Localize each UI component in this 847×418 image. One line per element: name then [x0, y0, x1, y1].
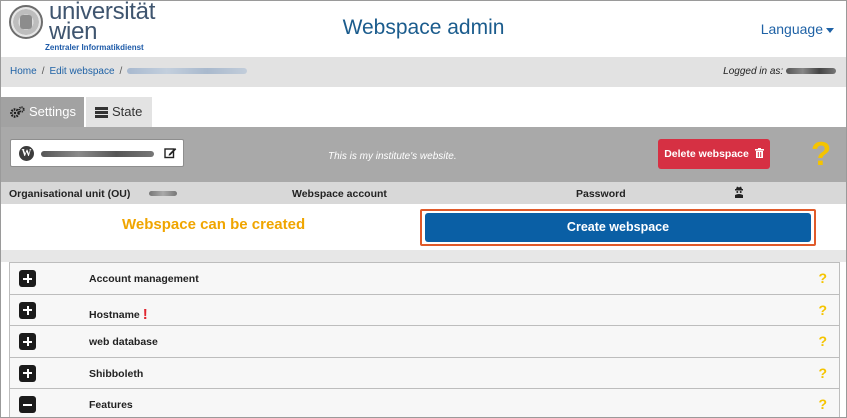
account-info-header: Organisational unit (OU) Webspace accoun… [1, 182, 846, 204]
settings-accordion: Account management ? Hostname! ? web dat… [9, 262, 840, 417]
webspace-description: This is my institute's website. [328, 151, 457, 162]
language-label: Language [760, 21, 823, 37]
create-webspace-button[interactable]: Create webspace [425, 213, 811, 242]
tab-state[interactable]: State [86, 97, 152, 127]
accordion-web-database[interactable]: web database ? [9, 325, 840, 357]
plus-square-icon[interactable] [19, 301, 36, 319]
breadcrumb-separator: / [119, 66, 123, 77]
department-name: Zentraler Informatikdienst [45, 43, 144, 52]
help-icon[interactable]: ? [811, 136, 831, 172]
accordion-label: Shibboleth [89, 367, 144, 380]
delete-webspace-button[interactable]: Delete webspace [658, 139, 770, 169]
page-header: universität wien Zentraler Informatikdie… [1, 1, 846, 57]
webspace-admin-window: universität wien Zentraler Informatikdie… [0, 0, 847, 418]
exclamation-warning-icon: ! [142, 305, 148, 323]
breadcrumb-separator: / [41, 66, 45, 77]
breadcrumb-bar: Home / Edit webspace / Logged in as: [1, 57, 846, 87]
tab-state-label: State [112, 104, 143, 119]
breadcrumb-home-link[interactable]: Home [10, 66, 37, 77]
language-dropdown[interactable]: Language [761, 21, 834, 37]
edit-icon[interactable] [164, 146, 177, 164]
ou-label: Organisational unit (OU) [9, 188, 131, 200]
plus-square-icon[interactable] [19, 333, 36, 350]
wordpress-icon: W [19, 146, 34, 161]
gears-icon [10, 99, 25, 129]
accordion-features[interactable]: Features ? [9, 388, 840, 417]
tab-settings[interactable]: Settings [1, 97, 84, 127]
accordion-label: Features [89, 399, 133, 411]
plus-square-icon[interactable] [19, 364, 36, 382]
caret-down-icon [826, 27, 834, 33]
trash-icon [754, 140, 764, 170]
webspace-name-redacted [41, 151, 154, 157]
password-label: Password [576, 188, 626, 200]
breadcrumb-current-redacted[interactable] [127, 68, 248, 75]
list-icon [95, 99, 108, 129]
create-webspace-row: Webspace can be created Create webspace [1, 204, 846, 250]
breadcrumb-edit-webspace-link[interactable]: Edit webspace [49, 66, 114, 77]
accordion-label: web database [89, 336, 158, 348]
logged-in-info: Logged in as: [723, 66, 836, 77]
logged-in-label: Logged in as: [723, 66, 784, 77]
user-secret-icon[interactable] [734, 186, 744, 201]
webspace-status-text: Webspace can be created [122, 216, 306, 233]
accordion-label: Account management [89, 273, 199, 285]
delete-webspace-label: Delete webspace [664, 148, 749, 160]
accordion-hostname[interactable]: Hostname! ? [9, 293, 840, 325]
accordion-shibboleth[interactable]: Shibboleth ? [9, 356, 840, 388]
ou-value-redacted [149, 191, 177, 196]
help-icon[interactable]: ? [818, 270, 827, 286]
help-icon[interactable]: ? [818, 302, 827, 318]
webspace-account-label: Webspace account [292, 188, 387, 200]
section-divider [1, 250, 846, 262]
help-icon[interactable]: ? [818, 333, 827, 349]
app-title: Webspace admin [342, 16, 505, 39]
hostname-label: Hostname [89, 308, 140, 321]
webspace-toolbar: W This is my institute's website. Delete… [1, 127, 846, 182]
help-icon[interactable]: ? [818, 365, 827, 381]
accordion-label: Hostname! [89, 305, 148, 323]
help-icon[interactable]: ? [818, 396, 827, 412]
accordion-account-management[interactable]: Account management ? [9, 262, 840, 294]
minus-square-icon[interactable] [19, 396, 36, 413]
webspace-name-button[interactable]: W [10, 139, 184, 167]
username-redacted [786, 68, 836, 75]
plus-square-icon[interactable] [19, 270, 36, 287]
tab-settings-label: Settings [29, 104, 76, 119]
breadcrumb: Home / Edit webspace / [10, 66, 248, 77]
